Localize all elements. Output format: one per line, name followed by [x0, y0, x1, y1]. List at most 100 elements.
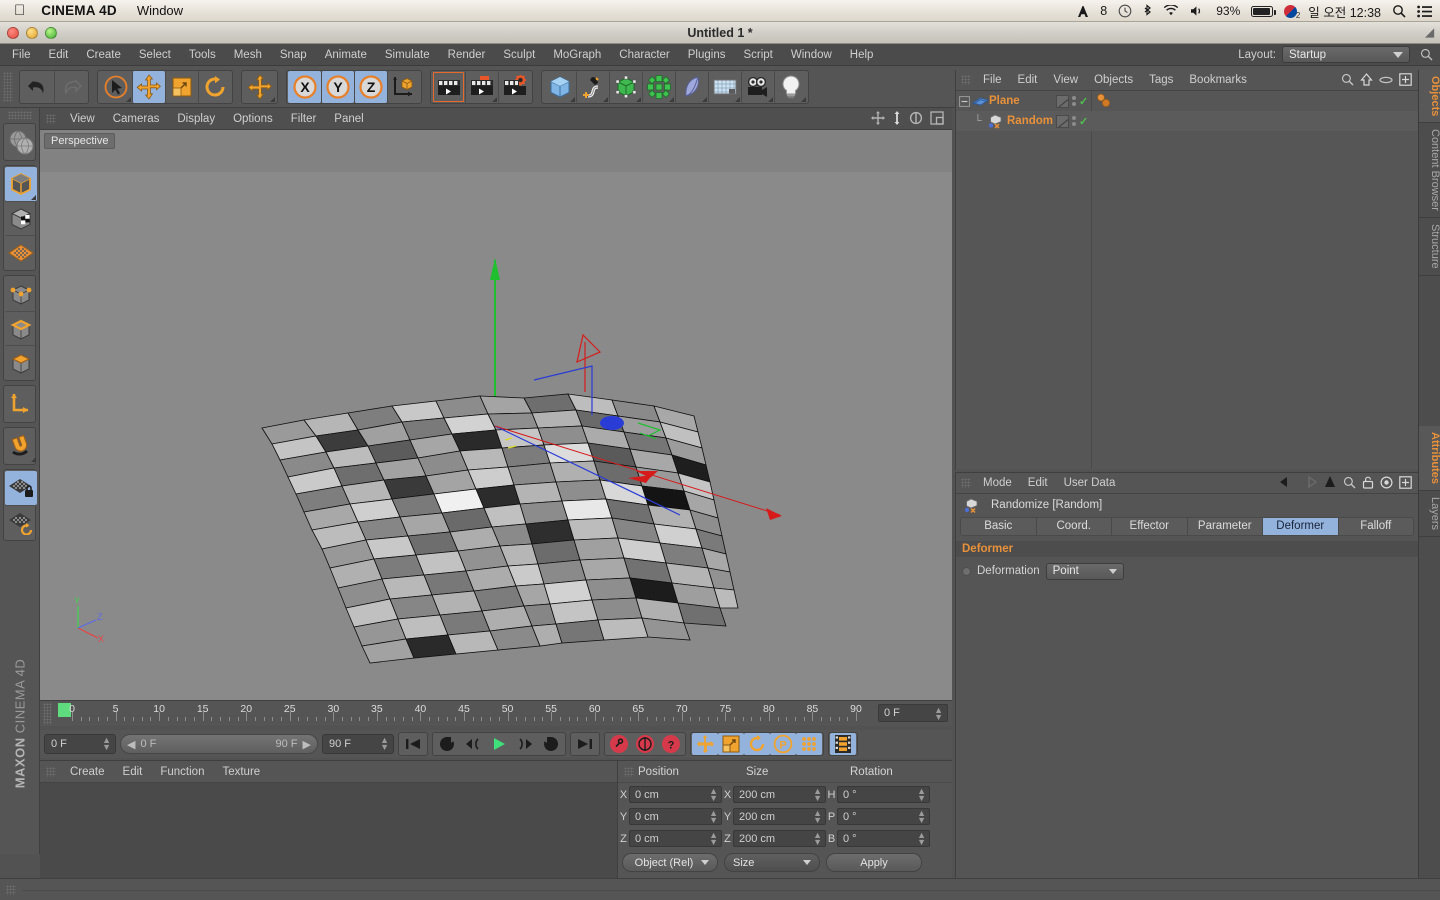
play-back-icon[interactable] — [434, 733, 460, 755]
menu-search-icon[interactable] — [1420, 48, 1433, 61]
coordinates-size-dropdown[interactable]: Size — [724, 853, 820, 872]
material-menu-edit[interactable]: Edit — [114, 766, 152, 778]
up-arrow-icon[interactable] — [1360, 73, 1373, 86]
menu-tools[interactable]: Tools — [180, 44, 225, 66]
rotate-view-icon[interactable] — [909, 111, 923, 125]
ellipse-icon[interactable] — [1379, 75, 1393, 85]
polygons-mode-icon[interactable] — [5, 345, 37, 379]
live-selection-icon[interactable] — [99, 70, 132, 103]
spline-pen-icon[interactable] — [576, 70, 609, 103]
scale-icon[interactable] — [165, 70, 198, 103]
make-editable-icon[interactable] — [5, 125, 37, 159]
search-icon[interactable] — [1341, 73, 1354, 86]
tab-deformer[interactable]: Deformer — [1263, 518, 1339, 535]
time-machine-icon[interactable] — [1118, 4, 1132, 18]
range-right-arrow-icon[interactable]: ▶ — [303, 738, 311, 751]
vtab-objects[interactable]: Objects — [1419, 70, 1440, 124]
render-view-icon[interactable] — [432, 70, 465, 103]
viewport-grip[interactable] — [46, 113, 56, 124]
lock-icon[interactable] — [1362, 476, 1374, 489]
spinner-icon[interactable]: ▲ ▼ — [813, 787, 822, 803]
am-menu-user-data[interactable]: User Data — [1056, 477, 1124, 489]
bluetooth-icon[interactable] — [1143, 4, 1152, 18]
object-name-plane[interactable]: Plane — [989, 95, 1020, 107]
wifi-icon[interactable] — [1163, 5, 1179, 17]
material-manager-body[interactable] — [40, 783, 617, 878]
spinner-icon[interactable]: ▲ ▼ — [709, 787, 718, 803]
workplane-rotate-icon[interactable] — [5, 505, 37, 539]
spinner-icon[interactable]: ▲ ▼ — [917, 809, 926, 825]
coord-position-y-input[interactable]: 0 cm ▲ ▼ — [629, 808, 722, 825]
viewport-menu-cameras[interactable]: Cameras — [104, 113, 169, 125]
expander-icon[interactable] — [956, 95, 972, 107]
go-to-end-icon[interactable] — [572, 733, 598, 755]
macos-clock[interactable]: 일 오전 12:38 — [1308, 2, 1381, 21]
coordinates-mode-dropdown[interactable]: Object (Rel) — [622, 853, 718, 872]
axis-mode-icon[interactable] — [5, 387, 37, 421]
battery-icon[interactable] — [1251, 5, 1277, 17]
go-to-start-icon[interactable] — [400, 733, 426, 755]
object-manager-tree[interactable]: Plane ✓ └ Random ✓ — [956, 91, 1418, 469]
om-menu-bookmarks[interactable]: Bookmarks — [1181, 74, 1255, 86]
material-menu-create[interactable]: Create — [61, 766, 114, 778]
window-resize-icon[interactable]: ◢ — [1426, 26, 1434, 39]
menu-sculpt[interactable]: Sculpt — [494, 44, 544, 66]
plus-box-icon[interactable] — [1399, 475, 1412, 489]
search-icon[interactable] — [1343, 476, 1356, 489]
viewport-menu-display[interactable]: Display — [168, 113, 224, 125]
pan-view-icon[interactable] — [871, 111, 885, 125]
coord-rotation-h-input[interactable]: 0 ° ▲ ▼ — [837, 786, 930, 803]
current-frame-input[interactable]: 0 F ▲ ▼ — [44, 734, 116, 754]
menu-select[interactable]: Select — [130, 44, 180, 66]
object-name-random[interactable]: Random — [1007, 115, 1053, 127]
close-window-button[interactable] — [7, 27, 19, 39]
om-menu-objects[interactable]: Objects — [1086, 74, 1141, 86]
menu-mograph[interactable]: MoGraph — [544, 44, 610, 66]
axis-x-icon[interactable]: X — [288, 70, 321, 103]
mograph-tag-icon[interactable] — [1096, 93, 1114, 109]
material-grip[interactable] — [46, 766, 56, 777]
end-frame-input[interactable]: 90 F ▲ ▼ — [322, 734, 394, 754]
macos-app-name[interactable]: CINEMA 4D — [41, 3, 117, 18]
move-icon[interactable] — [132, 70, 165, 103]
left-toolbar-grip[interactable] — [7, 111, 32, 119]
workplane-lock-icon[interactable] — [5, 471, 37, 505]
go-to-next-key-icon[interactable] — [538, 733, 564, 755]
menu-animate[interactable]: Animate — [316, 44, 376, 66]
vtab-layers[interactable]: Layers — [1419, 490, 1440, 537]
om-menu-edit[interactable]: Edit — [1010, 74, 1046, 86]
vtab-content-browser[interactable]: Content Browser — [1419, 123, 1440, 219]
menu-help[interactable]: Help — [841, 44, 883, 66]
tab-parameter[interactable]: Parameter — [1187, 518, 1263, 535]
key-rotation-icon[interactable] — [744, 733, 770, 755]
axis-y-icon[interactable]: Y — [321, 70, 354, 103]
volume-icon[interactable] — [1190, 5, 1205, 17]
forward-arrow-icon[interactable] — [1301, 475, 1317, 489]
model-mode-icon[interactable] — [5, 167, 37, 201]
back-arrow-icon[interactable] — [1279, 475, 1295, 489]
undo-icon[interactable] — [21, 70, 54, 103]
viewport-menu-view[interactable]: View — [61, 113, 104, 125]
menu-edit[interactable]: Edit — [40, 44, 78, 66]
menu-create[interactable]: Create — [77, 44, 130, 66]
menu-render[interactable]: Render — [439, 44, 495, 66]
preview-range-slider[interactable]: ◀ 0 F 90 F ▶ — [120, 734, 318, 754]
menu-simulate[interactable]: Simulate — [376, 44, 439, 66]
spinner-icon[interactable]: ▲ ▼ — [917, 831, 926, 847]
coord-size-y-input[interactable]: 200 cm ▲ ▼ — [733, 808, 826, 825]
minimize-window-button[interactable] — [26, 27, 38, 39]
deformer-bend-icon[interactable] — [675, 70, 708, 103]
dolly-view-icon[interactable] — [892, 111, 902, 125]
mograph-icon[interactable] — [642, 70, 675, 103]
viewport-menu-panel[interactable]: Panel — [325, 113, 372, 125]
scene-floor-icon[interactable] — [708, 70, 741, 103]
zoom-window-button[interactable] — [45, 27, 57, 39]
om-menu-file[interactable]: File — [975, 74, 1010, 86]
menu-character[interactable]: Character — [610, 44, 679, 66]
points-mode-icon[interactable] — [5, 277, 37, 311]
spinner-icon[interactable]: ▲ ▼ — [102, 736, 111, 752]
input-source-flag-icon[interactable]: 2 — [1284, 4, 1300, 20]
up-arrow-icon[interactable] — [1323, 475, 1337, 489]
timeline-grip[interactable] — [43, 703, 52, 725]
spinner-icon[interactable]: ▲ ▼ — [813, 831, 822, 847]
